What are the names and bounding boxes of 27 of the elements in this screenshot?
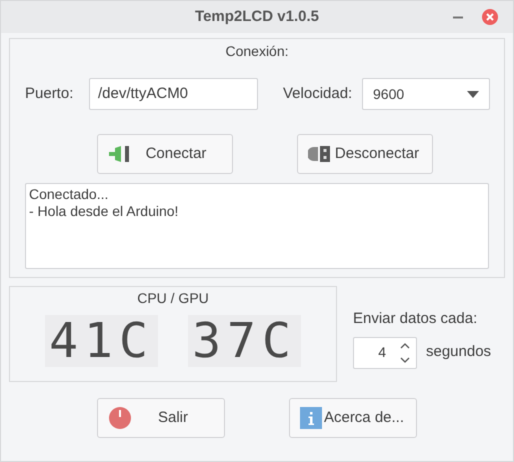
connect-button[interactable]: Conectar [97, 134, 233, 174]
close-icon[interactable] [481, 8, 499, 26]
about-button[interactable]: Acerca de... [289, 398, 417, 438]
window-title: Temp2LCD v1.0.5 [195, 6, 319, 27]
plug-icon [108, 145, 130, 163]
port-label: Puerto: [25, 84, 74, 104]
dropdown-arrow-icon [467, 90, 479, 98]
group-title: Conexión: [225, 42, 289, 61]
port-field[interactable]: /dev/ttyACM0 [89, 78, 258, 110]
minimize-icon[interactable] [453, 16, 463, 18]
power-icon [108, 406, 132, 430]
disconnect-button[interactable]: Desconectar [297, 134, 433, 174]
panel-title: CPU / GPU [137, 289, 209, 308]
lcd-reading: 37C [188, 315, 301, 367]
lcd-reading: 41C [45, 315, 158, 367]
speed-label: Velocidad: [283, 84, 354, 104]
spin-arrows-icon[interactable] [400, 342, 410, 364]
log-line: Conectado... [29, 186, 110, 203]
interval-spinbox[interactable]: 4 [353, 336, 417, 368]
interval-label: Enviar datos cada: [353, 309, 478, 329]
log-line: - Hola desde el Arduino! [29, 203, 180, 220]
speed-dropdown[interactable]: 9600 [362, 78, 490, 110]
log-area[interactable]: Conectado... - Hola desde el Arduino! [25, 183, 489, 269]
unit-label: segundos [426, 342, 492, 362]
exit-button[interactable]: Salir [97, 398, 225, 438]
info-icon [300, 407, 322, 429]
unplug-icon [308, 145, 332, 163]
